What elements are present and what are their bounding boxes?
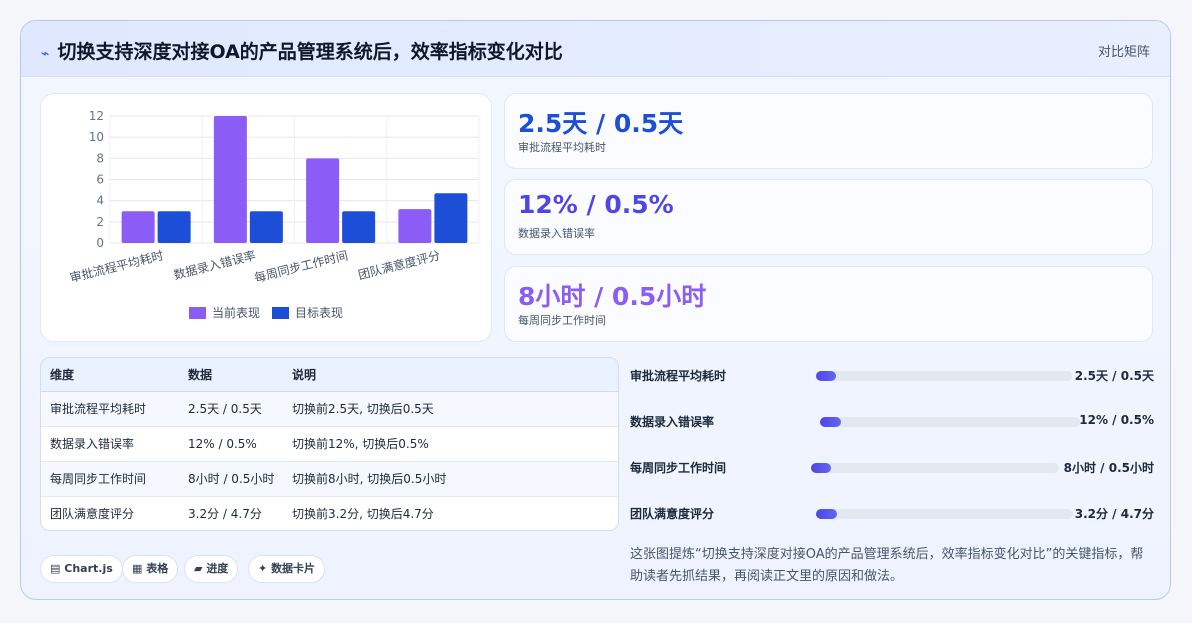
table-header-row: 维度 数据 说明 [41,358,618,392]
legend-swatch [189,307,206,319]
table-cell: 2.5天 / 0.5天 [179,390,283,426]
x-tick-label: 审批流程平均耗时 [68,247,165,285]
column-header: 维度 [41,358,179,392]
bar-chart: 0 2 4 6 8 10 12 审批流程平均耗时 数据录入错误率每周同步工作时间 团队满意度评分当… [68,109,480,320]
stat-card-approval: 2.5天 / 0.5天 审批流程平均耗时 [504,93,1153,169]
chart-icon: ▤ [50,562,61,575]
table-cell: 切换前2.5天, 切换后0.5天 [283,390,618,426]
bar-chart-panel: 0 2 4 6 8 10 12 审批流程平均耗时 数据录入错误率 每周同步工作时间 团队满意度评分当… [40,93,492,342]
progress-value: 8小时 / 0.5小时 [1063,461,1154,475]
y-tick-label: 2 [96,215,104,229]
table-cell: 切换前8小时, 切换后0.5小时 [283,460,618,496]
stat-label: 每周同步工作时间 [518,314,606,327]
summary-text: 这张图提炼“切换支持深度对接OA的产品管理系统后，效率指标变化对比”的关键指标，… [630,547,1144,584]
bar-target [434,193,468,243]
stat-label: 数据录入错误率 [518,227,595,240]
bar-current [306,158,340,243]
table-cell: 团队满意度评分 [41,495,179,530]
stat-value: 12% / 0.5% [518,190,674,219]
stat-value: 2.5天 / 0.5天 [518,109,684,138]
header-tag: 对比矩阵 [1097,45,1150,60]
progress-row-sync-time: 每周同步工作时间 8小时 / 0.5小时 [630,457,1154,477]
chip-chartjs[interactable]: ▤ Chart.js [40,555,123,583]
x-tick-label: 团队满意度评分 [356,247,441,282]
chip-progress[interactable]: ▰ 进度 [184,555,239,583]
bar-current [121,211,155,243]
table-cell: 每周同步工作时间 [41,460,179,496]
stat-label: 审批流程平均耗时 [518,141,606,154]
column-header: 数据 [179,358,283,392]
progress-fill [816,371,837,381]
y-tick-label: 0 [96,236,104,250]
table-cell: 切换前3.2分, 切换后4.7分 [283,495,618,530]
y-tick-label: 12 [89,109,104,123]
table-cell: 审批流程平均耗时 [41,390,179,426]
table-row: 数据录入错误率 12% / 0.5% 切换前12%, 切换后0.5% [41,425,618,461]
progress-fill [820,417,841,427]
chip-label: Chart.js [64,562,113,575]
progress-value: 2.5天 / 0.5天 [1074,369,1154,383]
y-tick-label: 4 [96,194,104,208]
stat-value: 8小时 / 0.5小时 [518,282,707,311]
bar-current [213,116,247,243]
y-tick-label: 8 [96,151,104,165]
table-icon: ▦ [132,562,143,575]
stat-card-sync-time: 8小时 / 0.5小时 每周同步工作时间 [504,266,1153,342]
chip-table[interactable]: ▦ 表格 [122,555,179,583]
chip-label: 进度 [206,562,229,575]
table-row: 每周同步工作时间 8小时 / 0.5小时 切换前8小时, 切换后0.5小时 [41,460,618,496]
chip-label: 数据卡片 [271,562,316,575]
table-cell: 切换前12%, 切换后0.5% [283,425,618,461]
y-tick-label: 10 [89,130,104,144]
table-cell: 8小时 / 0.5小时 [179,460,283,496]
progress-row-error-rate: 数据录入错误率 12% / 0.5% [630,411,1154,431]
progress-fill [816,509,837,519]
progress-track [820,417,1080,427]
sparkle-icon: ✦ [258,562,268,575]
chip-label: 表格 [146,562,169,575]
progress-icon: ▰ [194,562,203,575]
progress-track [816,509,1073,519]
page-title: ⌁ 切换支持深度对接OA的产品管理系统后，效率指标变化对比 [41,37,563,64]
table-cell: 数据录入错误率 [41,425,179,461]
stat-card-error-rate: 12% / 0.5% 数据录入错误率 [504,179,1153,255]
progress-label: 数据录入错误率 [630,415,715,429]
progress-label: 每周同步工作时间 [630,461,727,475]
progress-track [816,371,1072,381]
progress-row-approval: 审批流程平均耗时 2.5天 / 0.5天 [630,365,1154,385]
progress-fill [811,463,831,473]
table-row: 审批流程平均耗时 2.5天 / 0.5天 切换前2.5天, 切换后0.5天 [41,390,618,426]
progress-value: 12% / 0.5% [1079,413,1154,427]
legend-swatch [272,307,289,319]
bar-target [342,211,376,243]
progress-row-satisfaction: 团队满意度评分 3.2分 / 4.7分 [630,503,1154,523]
progress-value: 3.2分 / 4.7分 [1074,507,1154,521]
bar-current [398,209,432,243]
comparison-card: ⌁ 切换支持深度对接OA的产品管理系统后，效率指标变化对比 对比矩阵 0 2 4 6 8 1… [20,20,1171,600]
progress-label: 审批流程平均耗时 [630,369,727,383]
table-cell: 12% / 0.5% [179,425,283,461]
page-title-text: 切换支持深度对接OA的产品管理系统后，效率指标变化对比 [57,41,563,63]
legend-label: 当前表现 [212,305,260,320]
progress-track [811,463,1059,473]
data-table: 维度 数据 说明 审批流程平均耗时 2.5天 / 0.5天 切换前2.5天, 切… [40,357,619,531]
y-tick-label: 6 [96,173,104,187]
chip-data-card[interactable]: ✦ 数据卡片 [248,555,326,583]
table-row: 团队满意度评分 3.2分 / 4.7分 切换前3.2分, 切换后4.7分 [41,495,618,530]
column-header: 说明 [283,358,618,392]
table-cell: 3.2分 / 4.7分 [179,495,283,530]
x-tick-label: 数据录入错误率 [172,247,257,282]
bar-target [157,211,191,243]
card-header: ⌁ 切换支持深度对接OA的产品管理系统后，效率指标变化对比 对比矩阵 [21,21,1170,77]
legend-label: 目标表现 [295,306,343,320]
progress-label: 团队满意度评分 [630,507,715,521]
x-tick-label: 每周同步工作时间 [253,247,350,285]
lightning-icon: ⌁ [41,46,50,62]
bar-target [249,211,283,243]
